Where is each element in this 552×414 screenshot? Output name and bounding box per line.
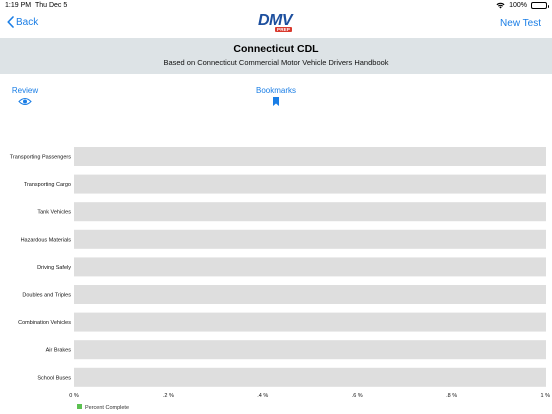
legend-swatch: [77, 404, 82, 409]
nav-bar: Back DMV PREP New Test: [0, 12, 552, 38]
bookmark-icon: [273, 97, 279, 106]
eye-icon: [18, 98, 32, 105]
status-bar: 1:19 PM Thu Dec 5 100%: [0, 0, 552, 12]
bar-track: [74, 174, 546, 194]
new-test-button[interactable]: New Test: [500, 18, 541, 29]
x-tick-label: 1 %: [541, 393, 551, 399]
tab-bookmarks[interactable]: Bookmarks: [250, 86, 302, 106]
wifi-icon: [496, 2, 505, 9]
x-tick-label: .2 %: [163, 393, 174, 399]
dmv-prep-logo: DMV PREP: [258, 12, 293, 32]
legend-label: Percent Complete: [85, 405, 129, 411]
progress-chart-svg: Transporting Passengers Transporting Carg…: [10, 147, 551, 411]
status-right: 100%: [496, 2, 549, 9]
bar-track: [74, 229, 546, 249]
x-tick-label: .4 %: [257, 393, 268, 399]
bar-track: [74, 202, 546, 222]
bar-track: [74, 257, 546, 277]
tab-bookmarks-label: Bookmarks: [255, 86, 296, 95]
bar-track: [74, 340, 546, 360]
category-label: School Buses: [37, 375, 71, 381]
tab-review[interactable]: Review: [8, 86, 42, 106]
bar-track: [74, 147, 546, 166]
bar-track: [74, 285, 546, 304]
page-subtitle: Based on Connecticut Commercial Motor Ve…: [163, 58, 389, 67]
progress-chart: Transporting Passengers Transporting Carg…: [0, 140, 552, 414]
chevron-left-icon: [7, 16, 14, 28]
category-label: Doubles and Triples: [22, 293, 71, 299]
page-title: Connecticut CDL: [233, 43, 319, 55]
category-label: Transporting Cargo: [24, 182, 71, 188]
category-label: Air Brakes: [46, 348, 72, 354]
category-label: Hazardous Materials: [21, 237, 72, 243]
category-label: Combination Vehicles: [18, 320, 71, 326]
bar-track: [74, 312, 546, 332]
battery-icon: [531, 2, 549, 9]
x-tick-label: 0 %: [69, 393, 79, 399]
tab-review-label: Review: [11, 86, 39, 95]
bar-track: [74, 367, 546, 387]
x-tick-label: .6 %: [352, 393, 363, 399]
category-label: Transporting Passengers: [10, 155, 71, 161]
back-button[interactable]: Back: [7, 16, 38, 28]
test-header: Connecticut CDL Based on Connecticut Com…: [0, 38, 552, 74]
back-label: Back: [16, 16, 39, 28]
category-label: Driving Safely: [37, 265, 71, 271]
x-tick-label: .8 %: [446, 393, 457, 399]
category-label: Tank Vehicles: [37, 210, 71, 216]
status-time: 1:19 PM Thu Dec 5: [5, 2, 68, 9]
battery-percent: 100%: [509, 2, 527, 9]
